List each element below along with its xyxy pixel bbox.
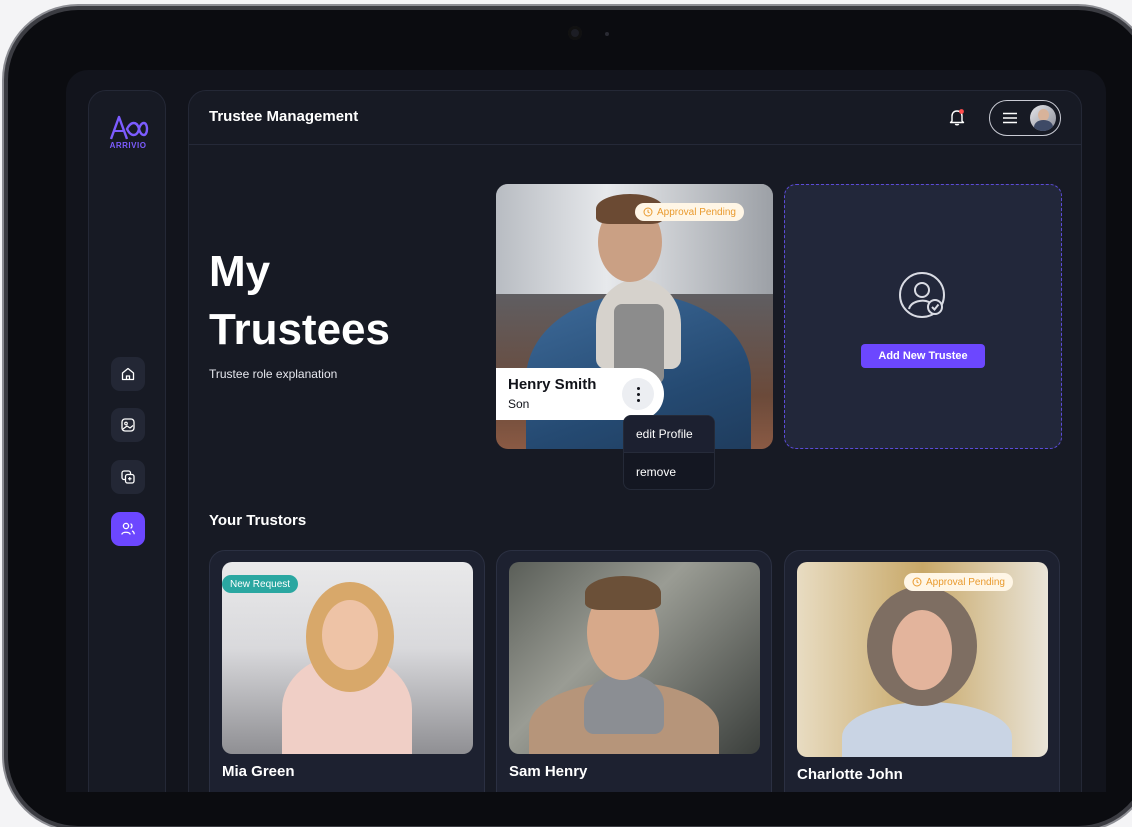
add-trustee-card: Add New Trustee [784, 184, 1062, 449]
camera-sensor [605, 32, 609, 36]
trustors-section-title: Your Trustors [209, 512, 307, 529]
brand-name: ARRIVIO [109, 141, 147, 150]
app-screen: ARRIVIO Trustee Management My Trustees T… [66, 70, 1106, 792]
add-new-trustee-button[interactable]: Add New Trustee [861, 344, 985, 368]
trustor-card[interactable]: New Request Mia Green [209, 550, 485, 792]
trustor-photo [797, 562, 1048, 757]
trustor-status-text: Approval Pending [926, 576, 1005, 588]
trustee-name-plate: Henry Smith Son [496, 368, 664, 420]
sidebar-item-home[interactable] [111, 357, 145, 391]
menu-item-edit-profile[interactable]: edit Profile [624, 416, 714, 453]
tablet-frame: ARRIVIO Trustee Management My Trustees T… [8, 10, 1132, 826]
trustee-status-text: Approval Pending [657, 206, 736, 218]
add-user-icon [899, 272, 945, 318]
kebab-dot [636, 386, 640, 390]
users-icon [121, 522, 135, 535]
user-avatar [1030, 105, 1056, 131]
kebab-dot [636, 398, 640, 402]
trustor-status-badge: New Request [222, 575, 299, 593]
trustor-name: Mia Green [222, 763, 295, 780]
hamburger-icon [1003, 112, 1017, 124]
trustee-role: Son [508, 397, 530, 411]
profile-menu-button[interactable] [989, 100, 1061, 136]
kebab-dot [636, 392, 640, 396]
copy-icon [121, 470, 135, 484]
hero-title-line-2: Trustees [209, 305, 390, 354]
trustor-name: Sam Henry [509, 763, 588, 780]
trustor-card[interactable]: Sam Henry [496, 550, 772, 792]
home-icon [121, 367, 135, 381]
notifications-button[interactable] [947, 107, 967, 127]
trustee-options-button[interactable] [622, 378, 654, 410]
trustor-photo [509, 562, 760, 754]
sidebar-item-documents[interactable] [111, 460, 145, 494]
camera-lens [568, 26, 582, 40]
trustor-status-badge: Approval Pending [904, 573, 1013, 591]
clock-icon [912, 577, 922, 587]
top-bar: Trustee Management [189, 91, 1081, 145]
hero-subtitle: Trustee role explanation [209, 367, 338, 381]
image-icon [121, 418, 135, 432]
trustee-status-badge: Approval Pending [635, 203, 744, 221]
brand-logo[interactable]: ARRIVIO [105, 115, 151, 155]
trustee-name: Henry Smith [508, 376, 597, 393]
trustor-card[interactable]: Approval Pending Charlotte John [784, 550, 1060, 792]
main-panel: Trustee Management My Trustees Trustee r… [188, 90, 1082, 792]
sidebar: ARRIVIO [88, 90, 166, 792]
menu-item-remove[interactable]: remove [624, 453, 714, 489]
logo-mark-icon [109, 115, 149, 140]
hero-title-line-1: My [209, 247, 271, 296]
sidebar-item-gallery[interactable] [111, 408, 145, 442]
trustor-name: Charlotte John [797, 766, 903, 783]
trustee-options-menu: edit Profile remove [623, 415, 715, 490]
clock-icon [643, 207, 653, 217]
hero-title: My Trustees [209, 243, 390, 359]
trustee-card[interactable]: Approval Pending Henry Smith Son [496, 184, 773, 449]
bell-icon [949, 109, 965, 126]
sidebar-item-trustees[interactable] [111, 512, 145, 546]
page-title: Trustee Management [209, 108, 359, 125]
